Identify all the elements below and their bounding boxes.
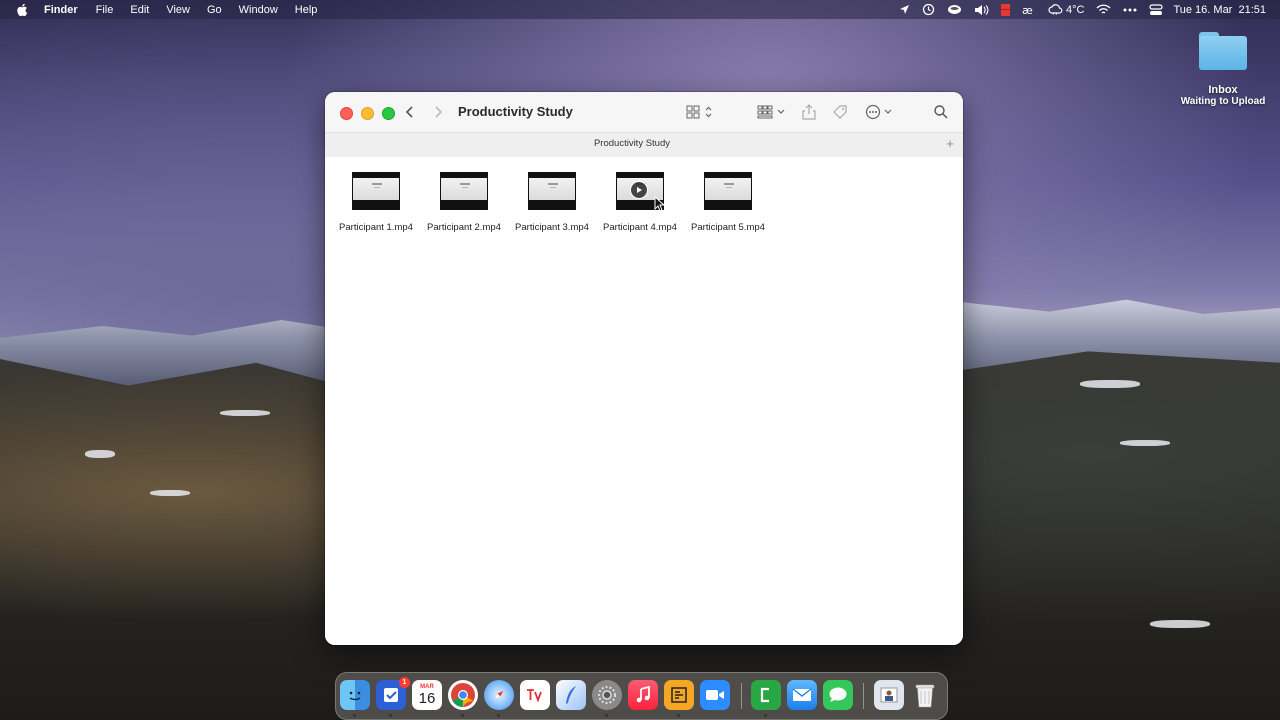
- dock-preview-icon[interactable]: [874, 680, 904, 710]
- tab-productivity-study[interactable]: Productivity Study: [325, 138, 939, 149]
- dock-music-icon[interactable]: [628, 680, 658, 710]
- dock-chrome-icon[interactable]: [448, 680, 478, 710]
- tags-button[interactable]: [832, 103, 848, 121]
- icon-view-grid-icon: [686, 105, 712, 119]
- chevron-right-icon: [435, 106, 443, 118]
- folder-icon: [1199, 32, 1247, 70]
- desktop-folder-name: Inbox: [1208, 84, 1238, 96]
- zoom-window-button[interactable]: [382, 107, 395, 120]
- mouse-cursor-icon: [654, 196, 666, 212]
- dock-messages-icon[interactable]: [823, 680, 853, 710]
- menu-window[interactable]: Window: [239, 4, 278, 16]
- forward-button[interactable]: [430, 104, 446, 120]
- calendar-day: 16: [418, 689, 436, 707]
- menu-bar: Finder File Edit View Go Window Help æ 4…: [0, 0, 1280, 19]
- more-dots-icon[interactable]: [1123, 0, 1137, 19]
- window-titlebar[interactable]: Productivity Study: [325, 92, 963, 132]
- menu-help[interactable]: Help: [295, 4, 318, 16]
- menu-file[interactable]: File: [96, 4, 114, 16]
- file-name: Participant 1.mp4: [339, 222, 413, 233]
- view-mode-button[interactable]: [686, 103, 714, 121]
- dock-separator: [741, 683, 742, 709]
- dock-trash-icon[interactable]: [910, 680, 940, 710]
- file-browser-content[interactable]: Participant 1.mp4 Participant 2.mp4 Part…: [325, 157, 963, 645]
- snow-patch: [220, 410, 270, 416]
- dock-mail-icon[interactable]: [787, 680, 817, 710]
- menu-go[interactable]: Go: [207, 4, 222, 16]
- group-by-button[interactable]: [757, 103, 787, 121]
- snow-patch: [85, 450, 115, 458]
- apple-menu-icon[interactable]: [16, 3, 29, 17]
- control-center-icon[interactable]: [1149, 0, 1164, 19]
- location-arrow-icon[interactable]: [899, 0, 910, 19]
- ellipsis-circle-icon: [865, 104, 892, 120]
- dock-sublime-icon[interactable]: [664, 680, 694, 710]
- file-name: Participant 5.mp4: [691, 222, 765, 233]
- desktop-folder-inbox[interactable]: Inbox Waiting to Upload: [1178, 32, 1268, 107]
- file-name: Participant 3.mp4: [515, 222, 589, 233]
- snow-patch: [1120, 440, 1170, 446]
- snow-patch: [1150, 620, 1210, 628]
- notification-badge: 1: [399, 677, 410, 688]
- back-button[interactable]: [402, 104, 418, 120]
- action-menu-button[interactable]: [865, 103, 893, 121]
- dock-timing-icon[interactable]: [520, 680, 550, 710]
- file-name: Participant 4.mp4: [603, 222, 677, 233]
- video-thumbnail: [352, 172, 400, 210]
- snow-patch: [1080, 380, 1140, 388]
- tab-bar: Productivity Study +: [325, 132, 963, 158]
- tag-icon: [833, 105, 847, 119]
- play-icon[interactable]: [630, 181, 648, 199]
- file-name: Participant 2.mp4: [427, 222, 501, 233]
- close-window-button[interactable]: [340, 107, 353, 120]
- video-thumbnail: [440, 172, 488, 210]
- menu-edit[interactable]: Edit: [130, 4, 149, 16]
- dock-calendar-icon[interactable]: MAR 16: [412, 680, 442, 710]
- snow-patch: [150, 490, 190, 496]
- menubar-clock[interactable]: Tue 16. Mar 21:51: [1173, 4, 1266, 16]
- add-tab-button[interactable]: +: [943, 136, 957, 152]
- desktop-folder-status: Waiting to Upload: [1180, 96, 1266, 107]
- video-thumbnail: [528, 172, 576, 210]
- dock-safari-icon[interactable]: [484, 680, 514, 710]
- dock-separator: [863, 683, 864, 709]
- file-item[interactable]: Participant 3.mp4: [508, 172, 596, 233]
- file-item[interactable]: Participant 5.mp4: [684, 172, 772, 233]
- search-button[interactable]: [934, 103, 948, 121]
- video-thumbnail: [704, 172, 752, 210]
- window-title: Productivity Study: [458, 104, 573, 119]
- wifi-icon[interactable]: [1096, 0, 1111, 19]
- search-icon: [934, 105, 948, 119]
- time-machine-icon[interactable]: [922, 0, 935, 19]
- dock-system-preferences-icon[interactable]: [592, 680, 622, 710]
- share-button[interactable]: [802, 103, 816, 121]
- chevron-left-icon: [405, 106, 413, 118]
- finder-window: Productivity Study Productivity Study + …: [325, 92, 963, 645]
- minimize-window-button[interactable]: [361, 107, 374, 120]
- volume-icon[interactable]: [974, 0, 989, 19]
- weather-temperature[interactable]: 4°C: [1066, 4, 1084, 16]
- dock-quill-icon[interactable]: [556, 680, 586, 710]
- coffee-cup-icon[interactable]: [947, 0, 962, 19]
- file-item[interactable]: Participant 4.mp4: [596, 172, 684, 233]
- weather-cloud-icon[interactable]: [1048, 0, 1063, 19]
- text-expander-icon[interactable]: æ: [1022, 0, 1036, 19]
- dock-zoom-icon[interactable]: [700, 680, 730, 710]
- share-icon: [802, 104, 816, 120]
- dock: 1 MAR 16: [335, 672, 948, 720]
- group-grid-icon: [757, 105, 785, 119]
- svg-text:æ: æ: [1022, 4, 1033, 16]
- menu-view[interactable]: View: [166, 4, 190, 16]
- dock-tasks-icon[interactable]: 1: [376, 677, 410, 710]
- file-item[interactable]: Participant 1.mp4: [332, 172, 420, 233]
- menu-app-finder[interactable]: Finder: [44, 4, 78, 16]
- file-item[interactable]: Participant 2.mp4: [420, 172, 508, 233]
- dock-finder-icon[interactable]: [340, 680, 370, 710]
- dock-numbers-icon[interactable]: [751, 680, 781, 710]
- record-indicator-icon[interactable]: [1000, 0, 1010, 19]
